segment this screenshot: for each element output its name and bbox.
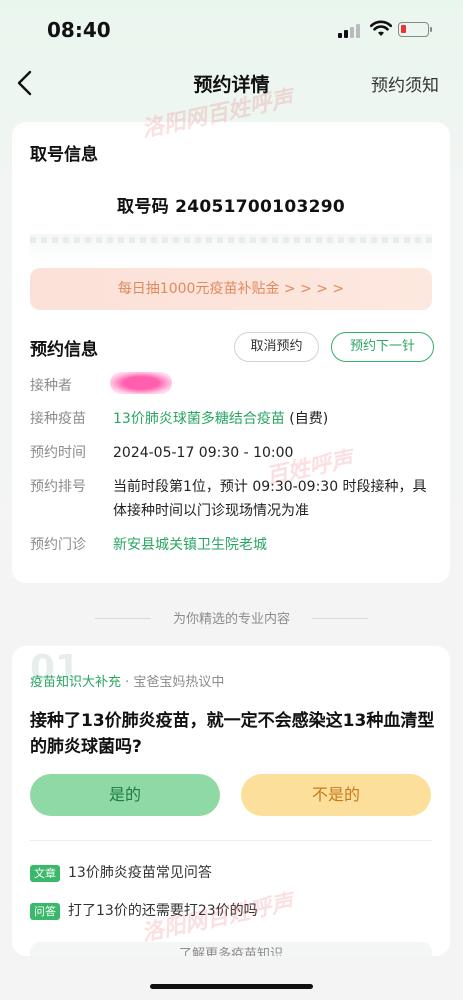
battery-icon: [398, 22, 432, 37]
queue-label: 预约排号: [30, 479, 86, 495]
subsidy-promo-banner[interactable]: 每日抽1000元疫苗补贴金 > > > >: [30, 268, 432, 310]
ticket-code-label: 取号码: [117, 197, 169, 217]
recommended-divider-text: 为你精选的专业内容: [172, 612, 290, 627]
vaccine-value: 13价肺炎球菌多糖结合疫苗 (自费): [113, 407, 438, 431]
home-indicator[interactable]: [150, 984, 313, 989]
vaccine-fee-type: (自费): [289, 411, 329, 427]
ticket-section-title: 取号信息: [30, 145, 98, 165]
knowledge-subtitle: · 宝爸宝妈热议中: [125, 675, 225, 690]
vaccine-name[interactable]: 13价肺炎球菌多糖结合疫苗: [113, 411, 285, 427]
recipient-label: 接种者: [30, 378, 72, 394]
time-label: 预约时间: [30, 445, 86, 461]
appointment-section-title: 预约信息: [30, 340, 98, 360]
vaccine-label: 接种疫苗: [30, 411, 86, 427]
ticket-code: 取号码 24051700103290: [12, 192, 450, 217]
card-separator: [30, 840, 432, 841]
article-tag: 文章: [30, 864, 60, 882]
booking-notice-link[interactable]: 预约须知: [371, 71, 439, 96]
knowledge-header: 疫苗知识大补充 · 宝爸宝妈热议中: [30, 671, 224, 690]
recipient-name-redacted: [110, 372, 172, 394]
status-bar: 08:40: [0, 0, 463, 60]
signal-icon: [338, 24, 362, 38]
qa-tag: 问答: [30, 902, 60, 920]
ticket-code-value: 24051700103290: [175, 197, 345, 217]
learn-more-button[interactable]: 了解更多疫苗知识: [30, 942, 432, 956]
wifi-icon: [370, 20, 392, 36]
article-link-text[interactable]: 13价肺炎疫苗常见问答: [68, 865, 212, 881]
ticket-dashed-line: [30, 237, 432, 243]
cancel-appointment-button[interactable]: 取消预约: [234, 332, 319, 362]
recommended-divider: 为你精选的专业内容: [0, 608, 463, 628]
answer-yes-button[interactable]: 是的: [30, 774, 220, 816]
clinic-label: 预约门诊: [30, 537, 86, 553]
article-link[interactable]: 文章 13价肺炎疫苗常见问答: [30, 862, 212, 884]
clinic-value[interactable]: 新安县城关镇卫生院老城: [113, 533, 438, 557]
knowledge-category: 疫苗知识大补充: [30, 675, 122, 690]
answer-no-button[interactable]: 不是的: [241, 774, 431, 816]
book-next-dose-button[interactable]: 预约下一针: [331, 332, 434, 362]
quiz-question: 接种了13价肺炎疫苗，就一定不会感染这13种血清型的肺炎球菌吗?: [30, 711, 435, 757]
status-time: 08:40: [47, 18, 111, 42]
appointment-card: 取号信息 取号码 24051700103290 每日抽1000元疫苗补贴金 > …: [12, 122, 450, 583]
